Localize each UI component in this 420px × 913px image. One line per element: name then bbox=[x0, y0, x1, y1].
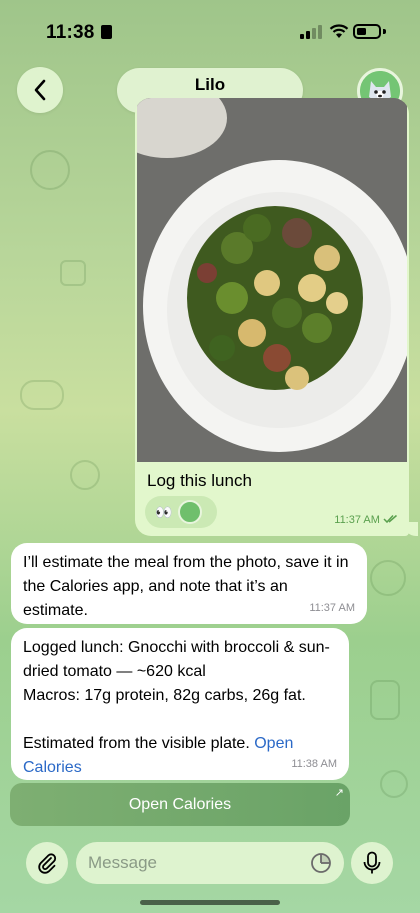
incoming-message-text: I’ll estimate the meal from the photo, s… bbox=[23, 554, 349, 619]
status-bar: 11:38 bbox=[0, 0, 420, 62]
incoming-message-time: 11:38 AM bbox=[291, 758, 337, 770]
cellular-signal-icon bbox=[300, 25, 322, 39]
reactor-avatar bbox=[178, 500, 203, 524]
open-calories-button[interactable]: Open Calories ↗ bbox=[10, 783, 350, 826]
incoming-message[interactable]: Logged lunch: Gnocchi with broccoli & su… bbox=[11, 628, 349, 780]
message-placeholder: Message bbox=[88, 853, 157, 872]
chevron-left-icon bbox=[34, 79, 46, 101]
eyes-emoji-icon: 👀 bbox=[155, 503, 172, 520]
macros-line: Macros: 17g protein, 82g carbs, 26g fat. bbox=[23, 687, 306, 704]
status-time: 11:38 bbox=[46, 22, 95, 43]
arrow-up-right-icon: ↗ bbox=[334, 787, 344, 799]
attach-button[interactable] bbox=[26, 842, 68, 884]
incoming-message[interactable]: I’ll estimate the meal from the photo, s… bbox=[11, 543, 367, 624]
home-indicator bbox=[140, 900, 280, 905]
outgoing-photo-message[interactable]: Log this lunch 👀 11:37 AM bbox=[135, 98, 409, 536]
sticker-icon[interactable] bbox=[310, 852, 332, 874]
open-calories-button-label: Open Calories bbox=[128, 795, 232, 813]
outgoing-message-time: 11:37 AM bbox=[334, 514, 380, 526]
battery-icon bbox=[353, 24, 381, 39]
microphone-icon bbox=[363, 851, 381, 874]
estimate-note: Estimated from the visible plate. bbox=[23, 735, 250, 752]
food-plate-image bbox=[137, 98, 407, 462]
contact-card-icon bbox=[100, 25, 112, 39]
microphone-button[interactable] bbox=[351, 842, 393, 884]
message-input[interactable]: Message bbox=[76, 842, 344, 884]
meal-summary-line: Logged lunch: Gnocchi with broccoli & su… bbox=[23, 639, 330, 680]
incoming-message-time: 11:37 AM bbox=[309, 602, 355, 614]
message-reactions[interactable]: 👀 bbox=[145, 496, 217, 528]
outgoing-message-text: Log this lunch bbox=[147, 471, 252, 490]
back-button[interactable] bbox=[17, 67, 63, 113]
lunch-photo[interactable] bbox=[137, 98, 407, 462]
chat-name: Lilo bbox=[194, 75, 226, 94]
double-check-icon bbox=[383, 514, 397, 524]
paperclip-icon bbox=[38, 853, 57, 874]
wifi-icon bbox=[329, 24, 349, 38]
